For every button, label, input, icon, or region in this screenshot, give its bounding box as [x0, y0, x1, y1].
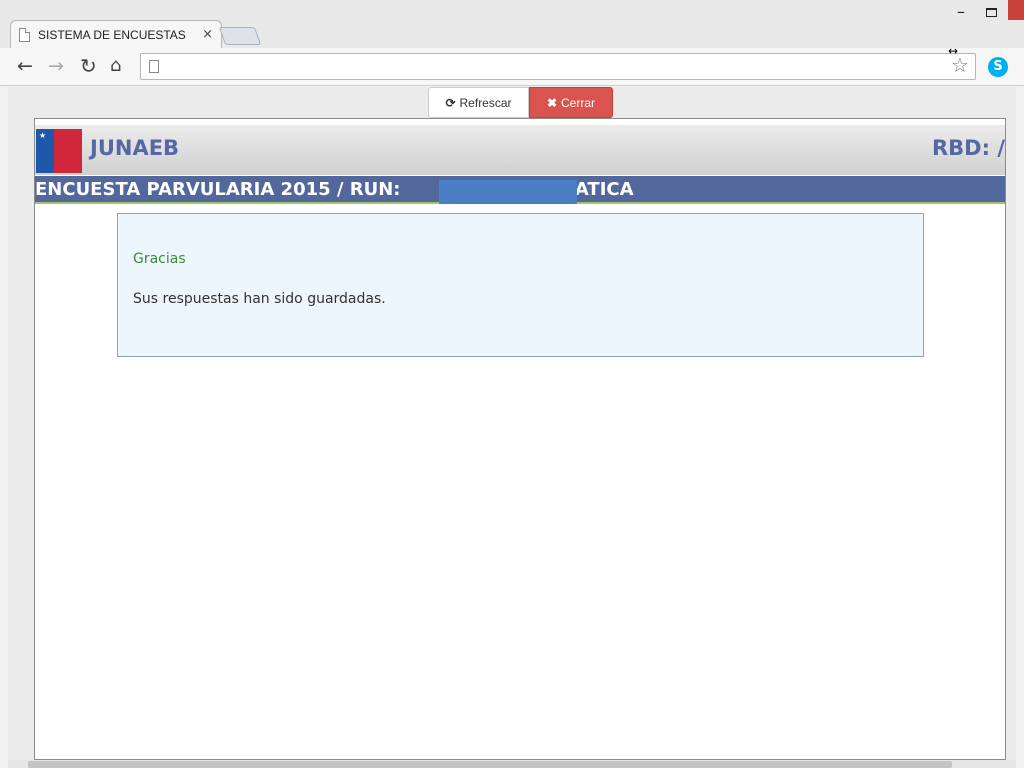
address-input[interactable] [167, 57, 947, 76]
browser-toolbar: ← → ↻ ⌂ [0, 48, 1024, 86]
skype-icon[interactable]: S [988, 57, 1008, 77]
horizontal-scrollbar[interactable] [8, 760, 1016, 768]
government-logo: ★ [36, 129, 82, 173]
tab-close-icon[interactable]: × [202, 27, 213, 42]
message-heading: Gracias [133, 251, 186, 267]
home-icon[interactable]: ⌂ [110, 56, 121, 76]
logo-red-panel [54, 129, 82, 173]
reload-icon[interactable]: ↻ [80, 56, 97, 76]
survey-title-bar: ENCUESTA PARVULARIA 2015 / RUN: SOF GATI… [35, 176, 1005, 204]
star-logo-icon: ★ [39, 131, 47, 140]
page-header: ★ JUNAEB RBD: / [35, 125, 1005, 175]
page-icon [19, 27, 30, 42]
page-icon [149, 60, 159, 73]
new-tab-button[interactable] [218, 27, 262, 45]
tab-title: SISTEMA DE ENCUESTAS - [38, 27, 188, 42]
star-icon[interactable]: ☆ [951, 53, 969, 77]
browser-tab[interactable]: SISTEMA DE ENCUESTAS - × [10, 20, 222, 48]
minimize-icon[interactable]: – [957, 2, 965, 21]
refresh-button[interactable]: ⟳ Refrescar [428, 87, 529, 118]
confirmation-message-box: Gracias Sus respuestas han sido guardada… [117, 213, 924, 357]
redacted-run-block [439, 180, 577, 204]
arrow-right-icon[interactable]: → [48, 56, 64, 76]
arrow-left-icon[interactable]: ← [17, 56, 33, 76]
message-text: Sus respuestas han sido guardadas. [133, 291, 386, 307]
close-icon: ✖ [546, 95, 558, 110]
rbd-label: RBD: / [932, 136, 1005, 160]
maximize-icon[interactable] [986, 8, 997, 17]
address-bar[interactable] [140, 53, 976, 80]
action-button-group: ⟳ Refrescar ✖ Cerrar [428, 87, 613, 118]
survey-frame: ★ JUNAEB RBD: / ENCUESTA PARVULARIA 2015… [34, 118, 1006, 760]
refresh-label: Refrescar [459, 95, 512, 110]
close-label: Cerrar [561, 95, 596, 110]
browser-titlebar: SISTEMA DE ENCUESTAS - × – [0, 0, 1024, 48]
scrollbar-thumb[interactable] [28, 761, 952, 768]
brand-title: JUNAEB [90, 136, 180, 160]
refresh-icon: ⟳ [445, 95, 456, 110]
window-close-icon[interactable] [1008, 0, 1024, 20]
close-button[interactable]: ✖ Cerrar [529, 87, 613, 118]
